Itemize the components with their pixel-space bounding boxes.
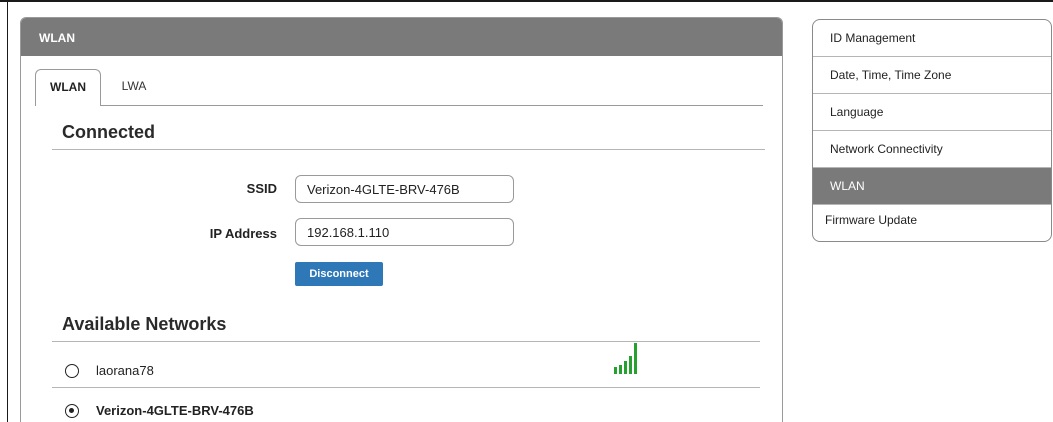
available-networks-heading: Available Networks <box>62 314 227 334</box>
sidebar-item-firmware-update[interactable]: Firmware Update <box>813 205 1051 241</box>
signal-bar <box>614 367 617 374</box>
network-radio-selected[interactable] <box>65 404 79 418</box>
sidebar-item-date-time[interactable]: Date, Time, Time Zone <box>813 57 1051 94</box>
sidebar-item-wlan[interactable]: WLAN <box>813 168 1051 205</box>
window-left-border <box>7 0 8 422</box>
sidebar-item-id-management[interactable]: ID Management <box>813 20 1051 57</box>
window-top-border <box>0 0 1053 2</box>
connected-divider <box>52 149 765 150</box>
disconnect-button[interactable]: Disconnect <box>295 262 383 286</box>
signal-bar <box>619 365 622 374</box>
ip-address-label: IP Address <box>209 226 277 241</box>
available-networks-divider <box>52 341 760 342</box>
ssid-field[interactable] <box>295 175 514 203</box>
signal-bar <box>624 361 627 374</box>
network-row-divider <box>52 387 760 388</box>
network-radio[interactable] <box>65 364 79 378</box>
tab-bar: WLAN LWA <box>35 69 763 106</box>
network-name: Verizon-4GLTE-BRV-476B <box>96 403 254 418</box>
network-row[interactable]: laorana78 <box>51 343 761 388</box>
ip-address-field[interactable] <box>295 218 514 246</box>
settings-sidebar: ID Management Date, Time, Time Zone Lang… <box>812 19 1052 242</box>
sidebar-item-language[interactable]: Language <box>813 94 1051 131</box>
network-row-selected[interactable]: Verizon-4GLTE-BRV-476B <box>51 394 761 422</box>
tab-lwa[interactable]: LWA <box>109 69 159 106</box>
tab-wlan[interactable]: WLAN <box>35 69 101 106</box>
signal-bar <box>634 343 637 374</box>
ssid-label: SSID <box>246 181 277 196</box>
signal-bar <box>629 356 632 374</box>
signal-strength-icon <box>614 340 644 374</box>
wlan-panel: WLAN WLAN LWA Connected SSID IP Address … <box>20 17 783 422</box>
connected-heading: Connected <box>62 122 156 142</box>
network-name: laorana78 <box>96 363 154 378</box>
panel-title: WLAN <box>21 18 782 56</box>
sidebar-item-network-connectivity[interactable]: Network Connectivity <box>813 131 1051 168</box>
